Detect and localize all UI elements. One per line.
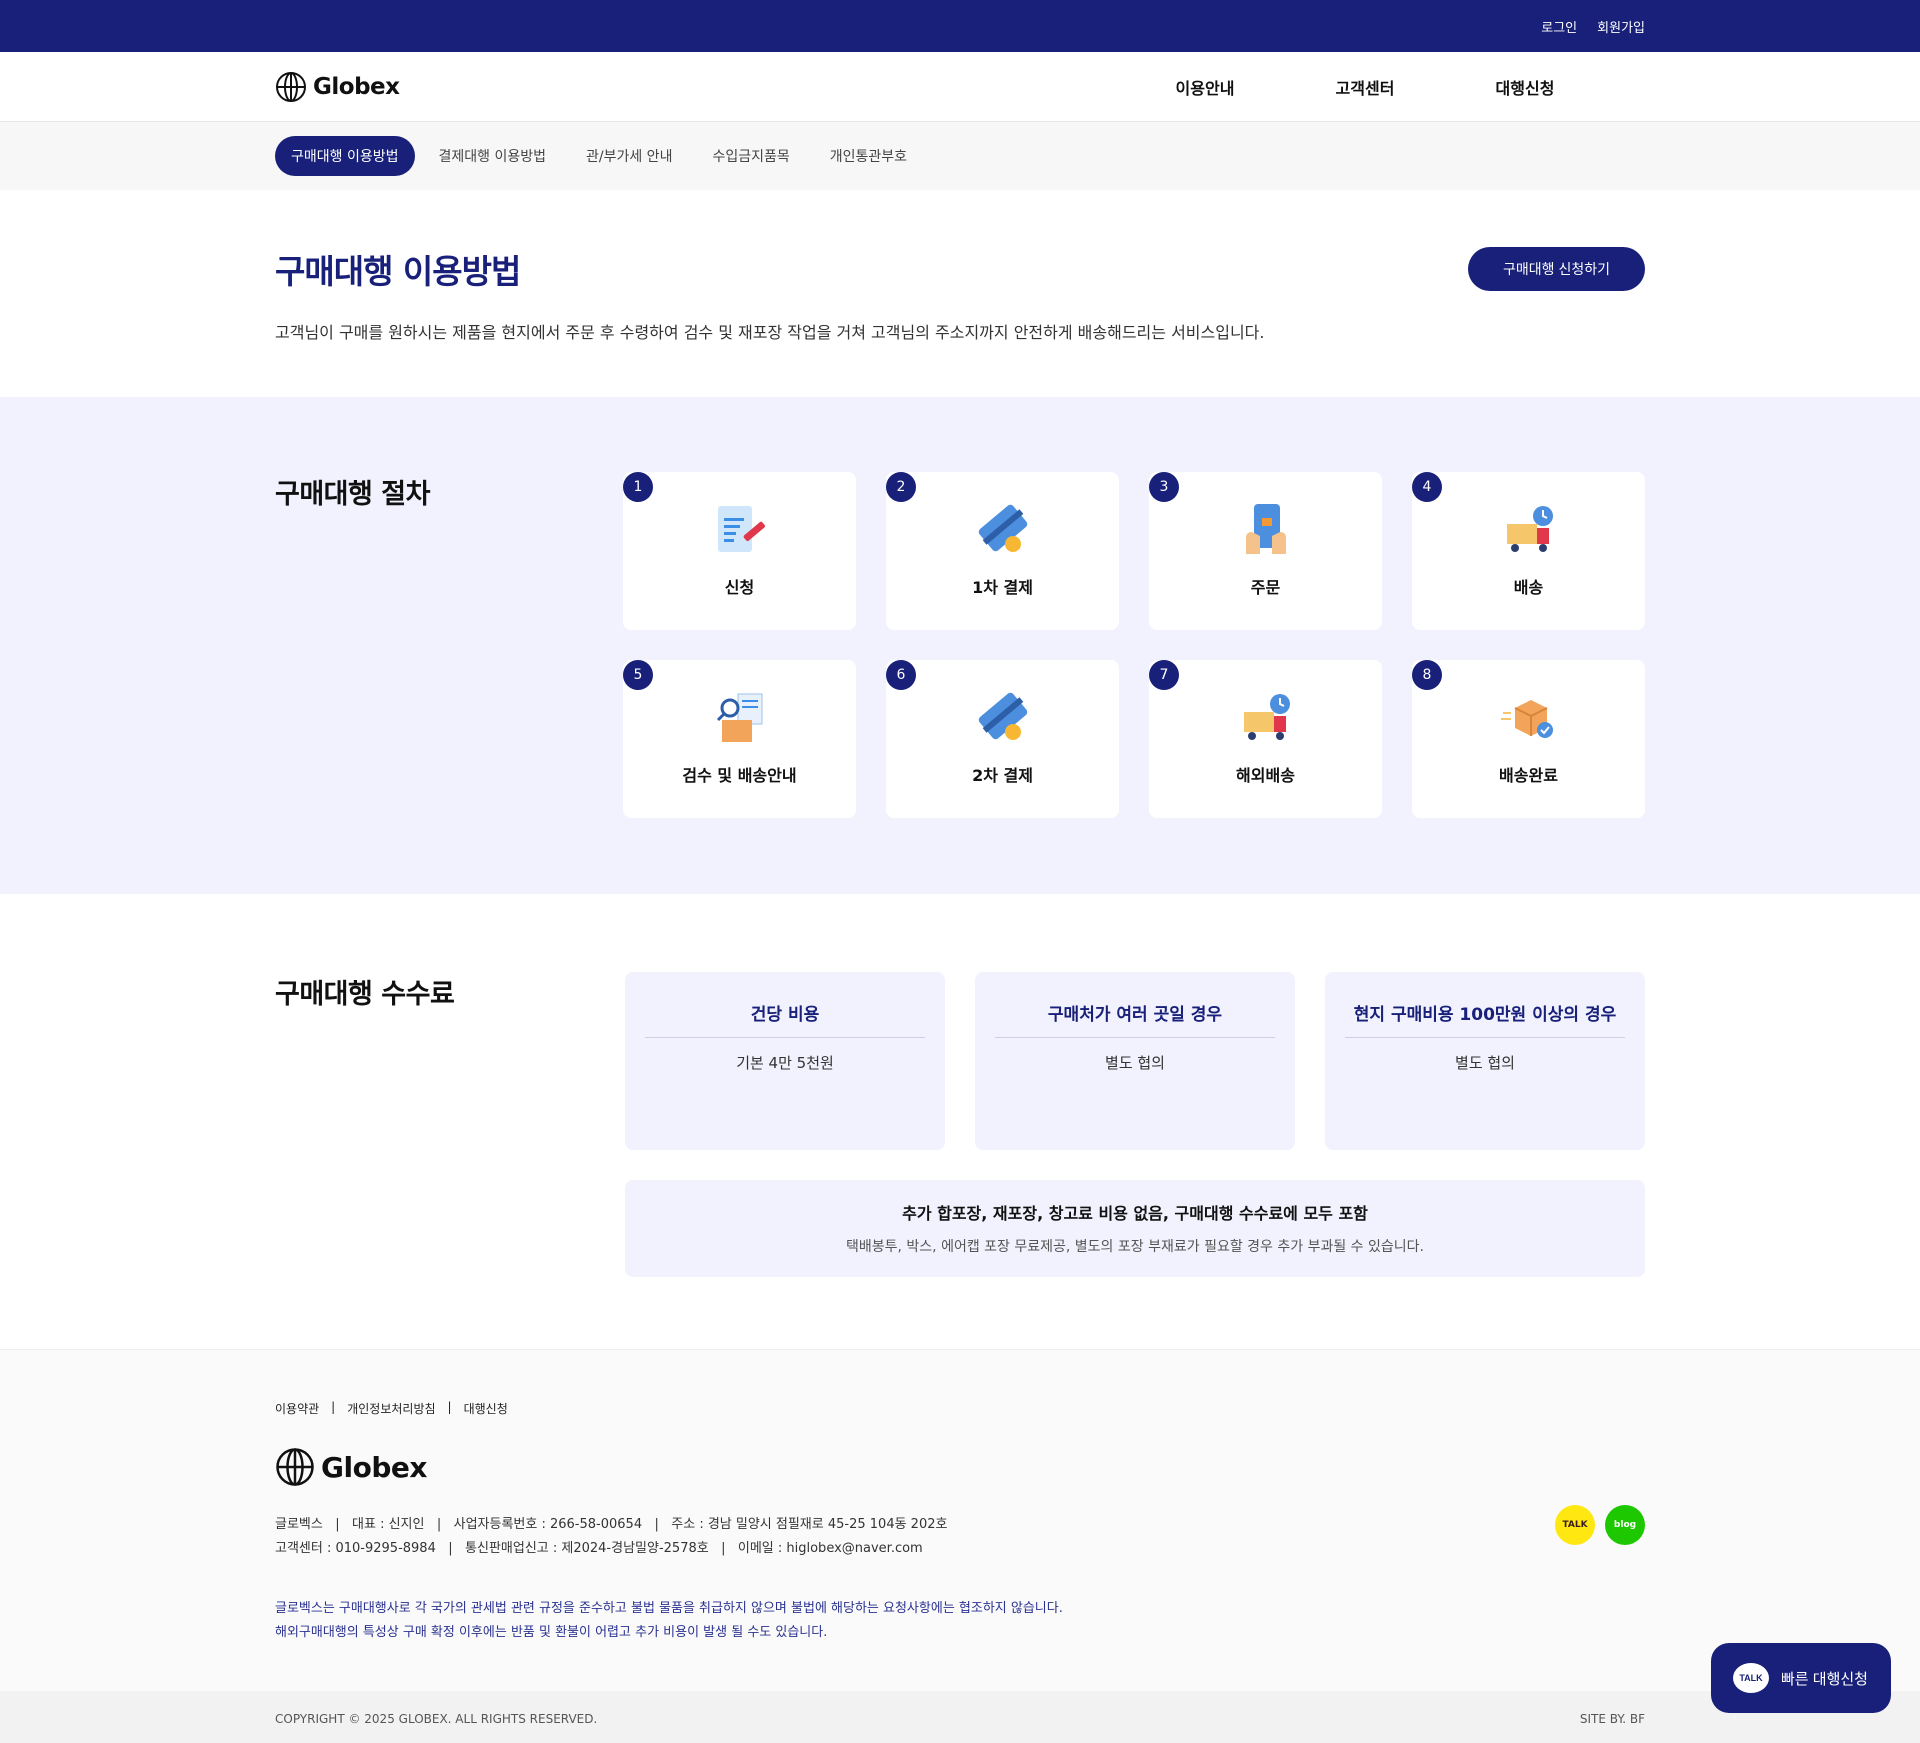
quick-apply-button[interactable]: TALK 빠른 대행신청: [1711, 1643, 1891, 1713]
subnav-payment-guide[interactable]: 결제대행 이용방법: [423, 136, 563, 176]
step-card: 6 2차 결제: [886, 660, 1119, 818]
footer-link-separator: |: [447, 1400, 452, 1414]
credit-card-icon: [978, 692, 1027, 740]
fee-card-title: 건당 비용: [645, 1000, 925, 1038]
footer-logo: Globex: [275, 1447, 1645, 1487]
overseas-truck-icon: [1243, 694, 1290, 740]
document-pen-icon: [717, 506, 765, 552]
step-label: 배송완료: [1499, 766, 1558, 785]
inspection-box-icon: [716, 693, 762, 742]
step-card: 2 1차 결제: [886, 472, 1119, 630]
naver-blog-icon[interactable]: blog: [1605, 1505, 1645, 1545]
subnav-purchase-guide[interactable]: 구매대행 이용방법: [275, 136, 415, 176]
copyright-bar: COPYRIGHT © 2025 GLOBEX. ALL RIGHTS RESE…: [0, 1691, 1920, 1743]
step-card: 3 주문: [1149, 472, 1382, 630]
delivered-box-icon: [1500, 700, 1553, 738]
step-card: 1 신청: [623, 472, 856, 630]
step-card: 4 배송: [1412, 472, 1645, 630]
step-label: 검수 및 배송안내: [682, 766, 797, 785]
page-title: 구매대행 이용방법: [275, 252, 521, 291]
step-number: 8: [1412, 660, 1442, 690]
company-info-line: 고객센터 : 010-9295-8984 | 통신판매업신고 : 제2024-경…: [275, 1541, 923, 1556]
header: Globex 이용안내 고객센터 대행신청: [0, 52, 1920, 122]
step-card: 8 배송완료: [1412, 660, 1645, 818]
logo-text: Globex: [313, 74, 400, 100]
talk-bubble-icon: TALK: [1733, 1663, 1769, 1693]
company-info: 글로벡스 | 대표 : 신지인 | 사업자등록번호 : 266-58-00654…: [275, 1513, 1645, 1561]
fee-card-title: 현지 구매비용 100만원 이상의 경우: [1345, 1000, 1625, 1038]
fee-area: 건당 비용 기본 4만 5천원 구매처가 여러 곳일 경우 별도 협의 현지 구…: [625, 972, 1645, 1277]
nav-guide[interactable]: 이용안내: [1125, 75, 1285, 99]
step-label: 신청: [724, 578, 755, 597]
step-label: 주문: [1250, 578, 1281, 597]
subnav-tax-info[interactable]: 관/부가세 안내: [570, 136, 688, 176]
step-number: 4: [1412, 472, 1442, 502]
kakao-talk-icon[interactable]: TALK: [1555, 1505, 1595, 1545]
step-label: 해외배송: [1236, 766, 1295, 785]
legal-notice-line: 해외구매대행의 특성상 구매 확정 이후에는 반품 및 환불이 어렵고 추가 비…: [275, 1625, 828, 1640]
fee-card: 건당 비용 기본 4만 5천원: [625, 972, 945, 1150]
process-steps: 1 신청 2 1차 결제 3 주문 4 배송 5 검수 및 배송안내 6 2차 …: [623, 472, 1645, 818]
fee-card: 구매처가 여러 곳일 경우 별도 협의: [975, 972, 1295, 1150]
delivery-truck-icon: [1506, 506, 1553, 552]
nav-support[interactable]: 고객센터: [1285, 75, 1445, 99]
fee-card-value: 별도 협의: [1455, 1054, 1515, 1072]
privacy-link[interactable]: 개인정보처리방침: [347, 1400, 435, 1417]
step-card: 5 검수 및 배송안내: [623, 660, 856, 818]
nav-apply[interactable]: 대행신청: [1445, 75, 1605, 99]
fees-title: 구매대행 수수료: [275, 979, 455, 1010]
step-label: 1차 결제: [972, 578, 1033, 597]
subnav-prohibited-items[interactable]: 수입금지품목: [696, 136, 805, 176]
legal-notice: 글로벡스는 구매대행사로 각 국가의 관세법 관련 규정을 준수하고 불법 물품…: [275, 1597, 1645, 1645]
fee-card-value: 별도 협의: [1105, 1054, 1165, 1072]
copyright-text: COPYRIGHT © 2025 GLOBEX. ALL RIGHTS RESE…: [275, 1711, 598, 1726]
hero-section: 구매대행 이용방법 고객님이 구매를 원하시는 제품을 현지에서 주문 후 수령…: [0, 190, 1920, 397]
page-description: 고객님이 구매를 원하시는 제품을 현지에서 주문 후 수령하여 검수 및 재포…: [275, 323, 1265, 342]
logo[interactable]: Globex: [275, 71, 400, 103]
globe-icon: [276, 1448, 314, 1486]
terms-link[interactable]: 이용약관: [275, 1400, 319, 1417]
step-number: 6: [886, 660, 916, 690]
fee-cards: 건당 비용 기본 4만 5천원 구매처가 여러 곳일 경우 별도 협의 현지 구…: [625, 972, 1645, 1150]
step-label: 2차 결제: [972, 766, 1033, 785]
footer-links: 이용약관 | 개인정보처리방침 | 대행신청: [275, 1400, 1645, 1417]
step-label: 배송: [1513, 578, 1544, 597]
fee-card-title: 구매처가 여러 곳일 경우: [995, 1000, 1275, 1038]
fees-section: 구매대행 수수료 건당 비용 기본 4만 5천원 구매처가 여러 곳일 경우 별…: [0, 894, 1920, 1349]
footer: 이용약관 | 개인정보처리방침 | 대행신청 Globex 글로벡스 | 대표 …: [0, 1349, 1920, 1691]
step-number: 2: [886, 472, 916, 502]
fee-note-description: 택배봉투, 박스, 에어캡 포장 무료제공, 별도의 포장 부재료가 필요할 경…: [846, 1239, 1424, 1255]
fee-card-value: 기본 4만 5천원: [736, 1054, 834, 1072]
company-info-line: 글로벡스 | 대표 : 신지인 | 사업자등록번호 : 266-58-00654…: [275, 1517, 948, 1532]
fee-note-title: 추가 합포장, 재포장, 창고료 비용 없음, 구매대행 수수료에 모두 포함: [902, 1204, 1368, 1223]
subnav-customs-code[interactable]: 개인통관부호: [814, 136, 923, 176]
signup-link[interactable]: 회원가입: [1597, 17, 1645, 36]
fee-card: 현지 구매비용 100만원 이상의 경우 별도 협의: [1325, 972, 1645, 1150]
footer-logo-text: Globex: [321, 1450, 427, 1484]
step-number: 5: [623, 660, 653, 690]
site-by-text: SITE BY. BF: [1579, 1711, 1645, 1726]
login-link[interactable]: 로그인: [1541, 17, 1577, 36]
step-card: 7 해외배송: [1149, 660, 1382, 818]
sns-links: TALK blog: [1555, 1505, 1645, 1545]
sub-nav: 구매대행 이용방법 결제대행 이용방법 관/부가세 안내 수입금지품목 개인통관…: [0, 122, 1920, 190]
step-number: 7: [1149, 660, 1179, 690]
apply-link[interactable]: 대행신청: [464, 1400, 508, 1417]
main-nav: 이용안내 고객센터 대행신청: [1125, 75, 1605, 99]
fee-note: 추가 합포장, 재포장, 창고료 비용 없음, 구매대행 수수료에 모두 포함 …: [625, 1180, 1645, 1277]
top-bar: 로그인 회원가입: [0, 0, 1920, 52]
credit-card-icon: [978, 504, 1027, 552]
quick-apply-label: 빠른 대행신청: [1781, 1670, 1868, 1688]
legal-notice-line: 글로벡스는 구매대행사로 각 국가의 관세법 관련 규정을 준수하고 불법 물품…: [275, 1601, 1063, 1616]
globe-icon: [276, 72, 306, 102]
phone-order-icon: [1245, 504, 1286, 554]
process-title: 구매대행 절차: [275, 479, 430, 510]
apply-purchase-button[interactable]: 구매대행 신청하기: [1468, 247, 1645, 291]
step-number: 1: [623, 472, 653, 502]
process-section: 구매대행 절차 1 신청 2 1차 결제 3 주문 4 배송 5 검수 및 배송…: [0, 397, 1920, 894]
step-number: 3: [1149, 472, 1179, 502]
footer-link-separator: |: [331, 1400, 336, 1414]
